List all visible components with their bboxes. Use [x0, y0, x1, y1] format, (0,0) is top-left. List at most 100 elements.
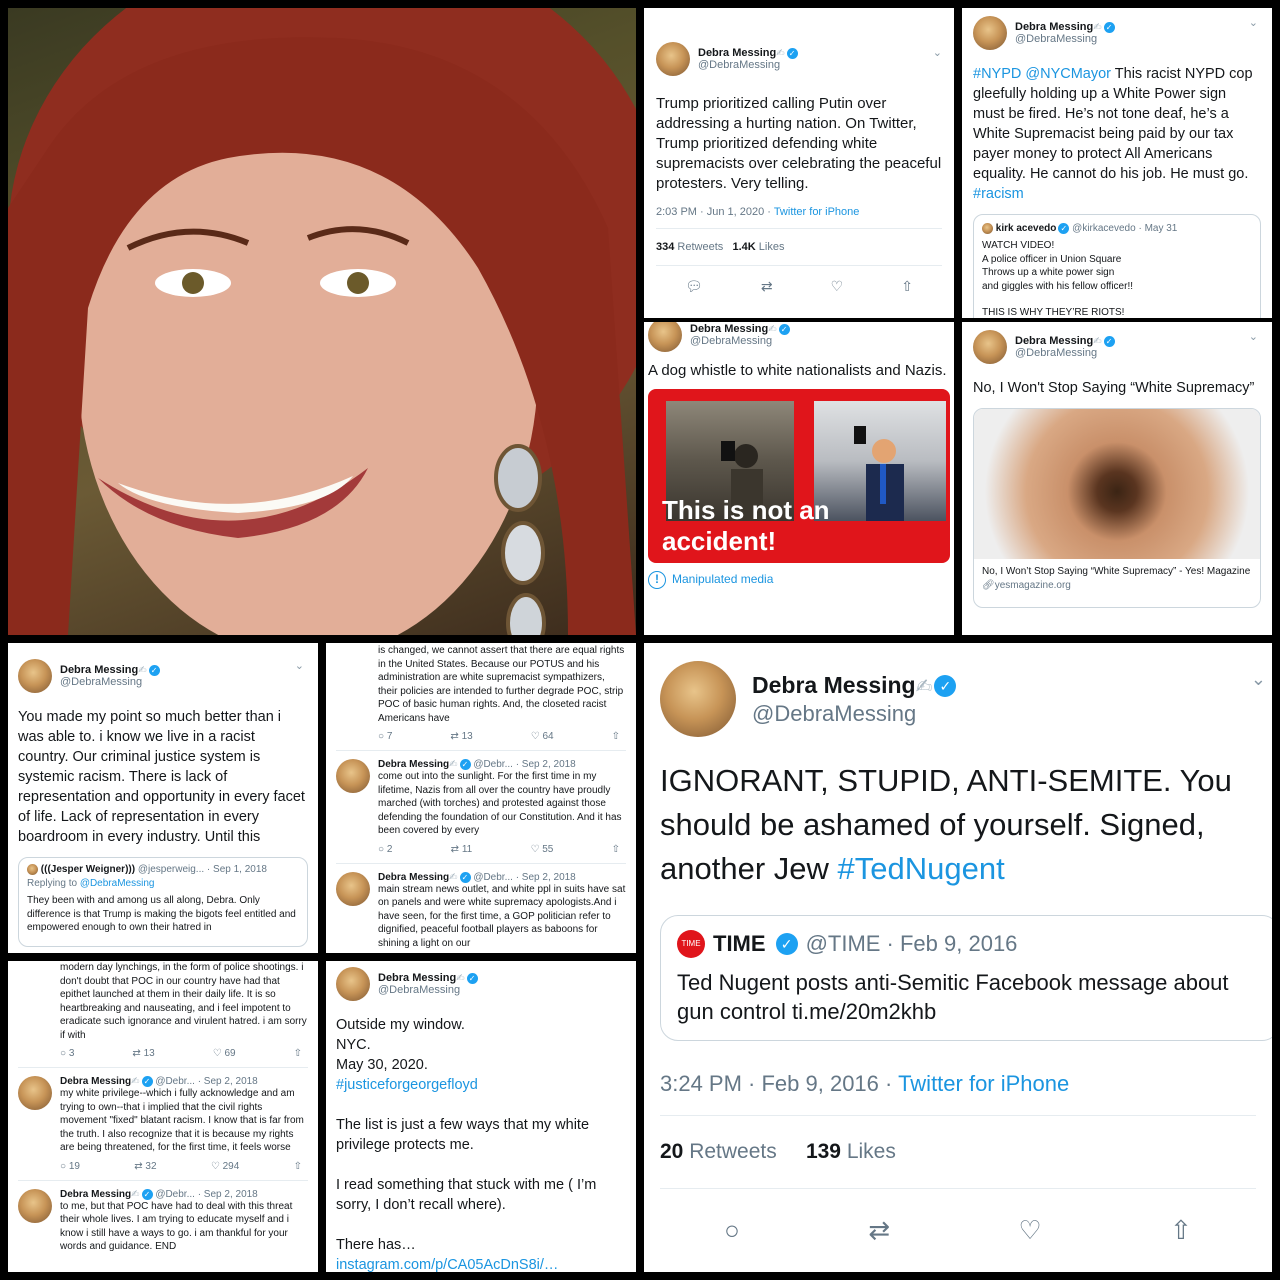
reply-icon[interactable]: 💬︎	[685, 278, 703, 295]
tweet-source-link[interactable]: Twitter for iPhone	[898, 1071, 1069, 1096]
avatar[interactable]	[18, 1076, 52, 1110]
author-name[interactable]: Debra Messing	[698, 47, 776, 59]
tweet-card-putin[interactable]: Debra Messing✍ ✓ @DebraMessing ⌄ Trump pr…	[644, 8, 954, 318]
author-handle[interactable]: @DebraMessing	[690, 335, 790, 347]
link-card[interactable]: No, I Won’t Stop Saying “White Supremacy…	[973, 408, 1261, 608]
quote-handle: @kirkacevedo · May 31	[1072, 223, 1178, 235]
avatar[interactable]	[973, 16, 1007, 50]
pen-icon: ✍	[915, 675, 933, 698]
share-icon[interactable]: ⇧	[612, 731, 620, 742]
retweet-count[interactable]: 20	[660, 1140, 683, 1163]
link-card-image	[974, 409, 1260, 559]
author-name[interactable]: Debra Messing	[378, 972, 456, 984]
author-handle[interactable]: @DebraMessing	[1015, 347, 1115, 359]
retweet-icon[interactable]: ⇄	[868, 1215, 890, 1246]
avatar[interactable]	[656, 42, 690, 76]
hashtag-link[interactable]: #justiceforgeorgefloyd	[336, 1075, 626, 1095]
like-icon[interactable]: ♡ 294	[211, 1161, 239, 1172]
avatar[interactable]	[18, 1188, 52, 1223]
quoted-tweet[interactable]: kirk acevedo ✓ @kirkacevedo · May 31 WATC…	[973, 214, 1261, 318]
avatar[interactable]	[18, 659, 52, 693]
retweet-icon[interactable]: ⇄	[761, 278, 773, 295]
tweet-source-link[interactable]: Twitter for iPhone	[774, 206, 860, 218]
retweet-icon[interactable]: ⇄ 13	[132, 1048, 154, 1059]
reply-icon[interactable]: ○ 2	[378, 844, 392, 855]
author-name[interactable]: Debra Messing	[1015, 335, 1093, 347]
share-icon[interactable]: ⇧	[1170, 1215, 1192, 1246]
tweet-card-dog-whistle[interactable]: Debra Messing✍ ✓ @DebraMessing A dog whis…	[644, 322, 954, 635]
author-handle[interactable]: @Debr...	[473, 872, 513, 883]
quote-author[interactable]: (((Jesper Weigner)))	[41, 864, 135, 875]
manipulated-media-label[interactable]: ! Manipulated media	[648, 571, 950, 589]
author-handle[interactable]: @DebraMessing	[1015, 33, 1115, 45]
hashtag-tednugent[interactable]: #TedNugent	[838, 851, 1005, 886]
chevron-down-icon[interactable]: ⌄	[1249, 330, 1258, 343]
replying-to-link[interactable]: @DebraMessing	[80, 878, 155, 889]
reply-icon[interactable]: ○ 19	[60, 1161, 80, 1172]
thread-tweet[interactable]: Debra Messing✍ ✓ @Debr... · Sep 2, 2018 m…	[18, 1067, 308, 1172]
like-count[interactable]: 1.4K	[732, 241, 755, 253]
like-icon[interactable]: ♡ 69	[213, 1048, 236, 1059]
tweet-card-outside-window[interactable]: Debra Messing✍ ✓ @DebraMessing Outside my…	[326, 961, 636, 1272]
author-handle[interactable]: @Debr...	[155, 1189, 195, 1200]
author-name[interactable]: Debra Messing	[378, 872, 449, 883]
quoted-tweet[interactable]: TIME TIME ✓ @TIME · Feb 9, 2016 Ted Nugen…	[660, 915, 1272, 1041]
author-name[interactable]: Debra Messing	[60, 1189, 131, 1200]
tweet-card-white-supremacy[interactable]: Debra Messing✍ ✓ @DebraMessing ⌄ No, I Wo…	[962, 322, 1272, 635]
avatar[interactable]	[660, 661, 736, 737]
retweet-icon[interactable]: ⇄ 11	[451, 844, 473, 855]
retweet-icon[interactable]: ⇄ 13	[450, 731, 472, 742]
avatar[interactable]	[336, 967, 370, 1001]
tweet-card-nypd[interactable]: Debra Messing✍ ✓ @DebraMessing ⌄ #NYPD @N…	[962, 8, 1272, 318]
tweet-card-representation[interactable]: Debra Messing✍ ✓ @DebraMessing ⌄ You made…	[8, 643, 318, 953]
tweet-text: IGNORANT, STUPID, ANTI-SEMITE. You shoul…	[660, 759, 1256, 891]
tweet-thread-privilege[interactable]: modern day lynchings, in the form of pol…	[8, 961, 318, 1272]
avatar[interactable]	[973, 330, 1007, 364]
like-icon[interactable]: ♡ 55	[530, 844, 553, 855]
author-name[interactable]: Debra Messing	[1015, 21, 1093, 33]
like-count[interactable]: 139	[806, 1140, 841, 1163]
share-icon[interactable]: ⇧	[612, 844, 620, 855]
chevron-down-icon[interactable]: ⌄	[1251, 669, 1266, 690]
thread-tweet[interactable]: Debra Messing✍ ✓ @Debr... · Sep 2, 2018 c…	[336, 750, 626, 855]
author-handle[interactable]: @DebraMessing	[378, 984, 478, 996]
tweet-card-tednugent[interactable]: Debra Messing✍ ✓ @DebraMessing ⌄ IGNORANT…	[644, 643, 1272, 1272]
author-name[interactable]: Debra Messing	[378, 759, 449, 770]
reply-icon[interactable]: ○	[724, 1215, 740, 1246]
thread-tweet[interactable]: Debra Messing✍ ✓ @Debr... · Sep 2, 2018 t…	[18, 1179, 308, 1254]
share-icon[interactable]: ⇧	[294, 1048, 302, 1059]
avatar[interactable]	[336, 871, 370, 906]
author-name[interactable]: Debra Messing	[752, 672, 916, 698]
reply-icon[interactable]: ○ 3	[60, 1048, 74, 1059]
author-name[interactable]: Debra Messing	[60, 1076, 131, 1087]
hashtag-racism[interactable]: #racism	[973, 186, 1024, 202]
media-image[interactable]: This is not an accident!	[648, 389, 950, 563]
author-handle[interactable]: @DebraMessing	[698, 59, 798, 71]
quote-author[interactable]: kirk acevedo	[996, 223, 1057, 234]
author-handle[interactable]: @Debr...	[155, 1076, 195, 1087]
tweet-tags[interactable]: #NYPD @NYCMayor	[973, 66, 1111, 82]
avatar[interactable]	[648, 322, 682, 352]
reply-icon[interactable]: ○ 7	[378, 731, 392, 742]
quoted-tweet[interactable]: (((Jesper Weigner))) @jesperweig... · Se…	[18, 857, 308, 947]
author-handle[interactable]: @DebraMessing	[60, 676, 160, 688]
chevron-down-icon[interactable]: ⌄	[933, 46, 942, 59]
author-name[interactable]: Debra Messing	[690, 323, 768, 335]
retweet-count[interactable]: 334	[656, 241, 674, 253]
quote-author[interactable]: TIME	[713, 931, 766, 957]
share-icon[interactable]: ⇧	[901, 278, 913, 295]
chevron-down-icon[interactable]: ⌄	[295, 659, 304, 672]
tweet-thread-potus[interactable]: is changed, we cannot assert that there …	[326, 643, 636, 953]
avatar[interactable]	[336, 759, 370, 793]
like-icon[interactable]: ♡	[1018, 1215, 1041, 1246]
share-icon[interactable]: ⇧	[294, 1161, 302, 1172]
like-icon[interactable]: ♡	[831, 278, 844, 295]
thread-tweet[interactable]: Debra Messing✍ ✓ @Debr... · Sep 2, 2018 m…	[336, 862, 626, 951]
author-name[interactable]: Debra Messing	[60, 664, 138, 676]
instagram-link[interactable]: instagram.com/p/CA05AcDnS8i/…	[336, 1255, 626, 1272]
chevron-down-icon[interactable]: ⌄	[1249, 16, 1258, 29]
author-handle[interactable]: @Debr...	[473, 759, 513, 770]
author-handle[interactable]: @DebraMessing	[752, 701, 956, 727]
retweet-icon[interactable]: ⇄ 32	[134, 1161, 156, 1172]
like-icon[interactable]: ♡ 64	[531, 731, 554, 742]
